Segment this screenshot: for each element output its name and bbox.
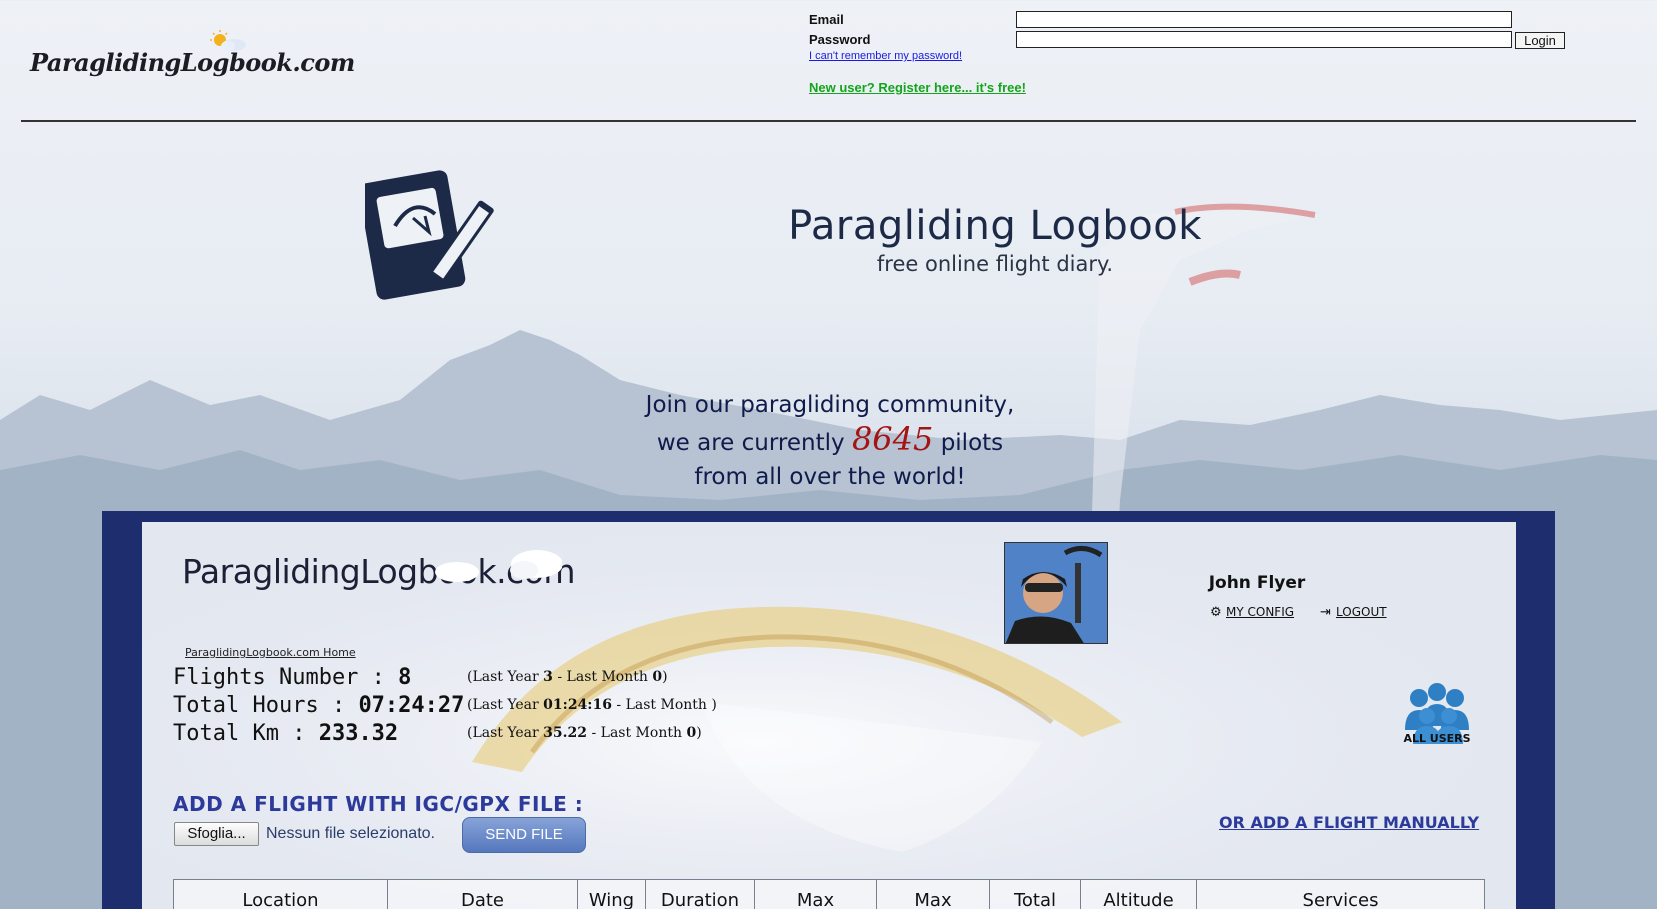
column-header-altitude[interactable]: Altitude — [1080, 879, 1197, 909]
flights-number: Flights Number : 8 — [173, 665, 412, 690]
column-header-total[interactable]: Total — [989, 879, 1081, 909]
column-header-wing[interactable]: Wing — [577, 879, 646, 909]
password-label: Password — [809, 32, 871, 47]
column-header-duration[interactable]: Duration — [645, 879, 755, 909]
column-header-services[interactable]: Services — [1196, 879, 1485, 909]
column-header-date[interactable]: Date — [387, 879, 578, 909]
km-extra: (Last Year 35.22 - Last Month 0) — [467, 725, 702, 741]
pilot-count: 8645 — [851, 420, 934, 458]
flights-extra: (Last Year 3 - Last Month 0) — [467, 669, 668, 685]
home-link[interactable]: ParaglidingLogbook.com Home — [185, 646, 356, 659]
logbook-icon — [365, 170, 494, 300]
email-field[interactable] — [1016, 11, 1512, 28]
community-message: Join our paragliding community, we are c… — [560, 388, 1100, 494]
all-users-link[interactable]: ALL USERS — [1392, 732, 1482, 745]
avatar[interactable] — [1004, 542, 1108, 644]
total-hours: Total Hours : 07:24:27 — [173, 693, 465, 718]
send-file-button[interactable]: SEND FILE — [462, 817, 586, 853]
logout-icon: ⇥ — [1320, 605, 1331, 620]
login-button[interactable]: Login — [1515, 32, 1565, 49]
selected-file-text: Nessun file selezionato. — [266, 825, 435, 842]
gear-icon: ⚙ — [1210, 605, 1222, 620]
clouds-icon — [435, 550, 562, 582]
community-line-2: we are currently 8645 pilots — [656, 420, 1004, 458]
app-panel: ParaglidingLogbook.com ParaglidingLogboo… — [142, 522, 1516, 909]
column-header-max-2[interactable]: Max — [876, 879, 990, 909]
add-flight-manually-link[interactable]: OR ADD A FLIGHT MANUALLY — [1219, 813, 1479, 832]
community-line-3: from all over the world! — [694, 464, 966, 490]
logout-link[interactable]: ⇥ LOGOUT — [1320, 605, 1387, 620]
add-igc-heading: ADD A FLIGHT WITH IGC/GPX FILE : — [173, 792, 584, 816]
password-field[interactable] — [1016, 31, 1512, 48]
hero-title: Paragliding Logbook — [788, 203, 1202, 249]
site-logo[interactable]: ParaglidingLogbook.com — [30, 30, 355, 77]
browse-file-button[interactable]: Sfoglia... — [174, 822, 259, 846]
forgot-password-link[interactable]: I can't remember my password! — [809, 50, 962, 62]
community-line-1: Join our paragliding community, — [645, 392, 1015, 418]
site-header: ParaglidingLogbook.com Email Password Lo… — [0, 0, 1657, 122]
my-config-link[interactable]: ⚙ MY CONFIG — [1210, 605, 1294, 620]
register-link[interactable]: New user? Register here... it's free! — [809, 80, 1026, 95]
hero-subtitle: free online flight diary. — [876, 252, 1114, 276]
app-preview-frame: ParaglidingLogbook.com ParaglidingLogboo… — [102, 511, 1555, 909]
flights-table: Location Date Wing Duration Max Max Tota… — [173, 879, 1485, 909]
sun-cloud-icon — [210, 30, 246, 51]
total-km: Total Km : 233.32 — [173, 721, 399, 746]
column-header-location[interactable]: Location — [173, 879, 388, 909]
pilot-photo-icon — [1005, 543, 1107, 643]
user-name: John Flyer — [1208, 573, 1306, 593]
hours-extra: (Last Year 01:24:16 - Last Month ) — [467, 697, 717, 713]
table-header-row: Location Date Wing Duration Max Max Tota… — [173, 879, 1485, 909]
email-label: Email — [809, 12, 844, 27]
column-header-max-1[interactable]: Max — [754, 879, 877, 909]
header-divider — [21, 120, 1636, 122]
